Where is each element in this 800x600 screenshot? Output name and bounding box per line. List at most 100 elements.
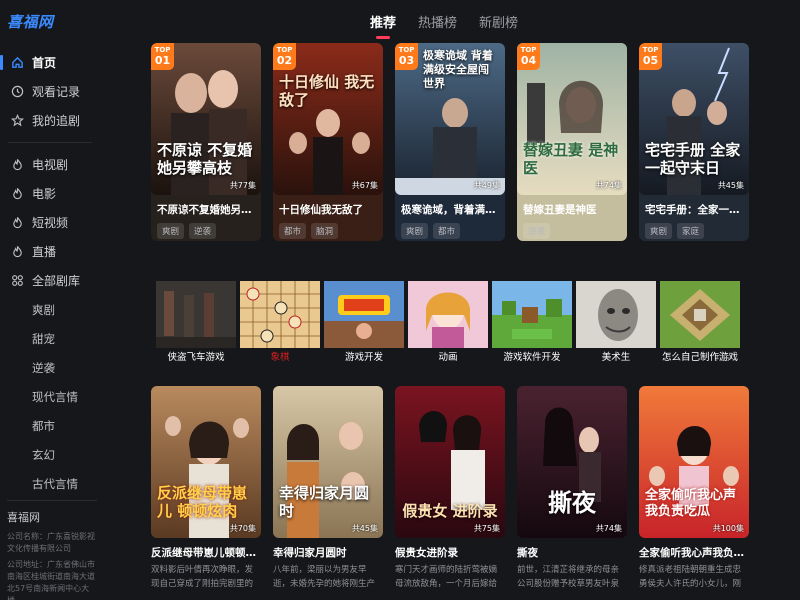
genre-link[interactable]: 现代言情	[0, 382, 100, 411]
top-rank-badge: TOP 01	[151, 43, 174, 70]
ad-item[interactable]: 象棋	[240, 281, 320, 363]
genre-tag[interactable]: 都市	[433, 223, 461, 239]
episode-count: 共74集	[595, 524, 622, 533]
genre-tag[interactable]: 爽剧	[645, 223, 673, 239]
drama-poster[interactable]: 全家偷听我心声 我负责吃瓜 共100集	[639, 386, 749, 538]
drama-card[interactable]: TOP 02 十日修仙 我无敌了 共67集 十日修仙我无敌了 都市 脑洞	[273, 43, 383, 241]
episode-count: 共67集	[351, 181, 378, 190]
drama-description: 双料影后叶倩再次睁眼，发现自己穿成了刚拍完剧里的恶…	[151, 565, 254, 589]
genre-link[interactable]: 玄幻	[0, 440, 100, 469]
drama-poster[interactable]: 反派继母带崽儿 顿顿炫肉 共70集	[151, 386, 261, 538]
genre-link[interactable]: 甜宠	[0, 324, 100, 353]
ad-label: 象棋	[270, 352, 290, 363]
poster-title: 全家偷听我心声 我负责吃瓜	[645, 488, 737, 519]
ad-label: 游戏开发	[344, 352, 383, 363]
episode-count: 共45集	[717, 181, 744, 190]
ad-label: 动画	[438, 352, 458, 363]
ad-item[interactable]: 动画	[408, 281, 488, 363]
drama-poster[interactable]: TOP 02 十日修仙 我无敌了 共67集	[273, 43, 383, 195]
top-rank-badge: TOP 05	[639, 43, 662, 70]
drama-card[interactable]: 假贵女 进阶录 共75集 假贵女进阶录 寒门天才画师的陆折莺被嫡母流放敌角，一个…	[395, 386, 505, 590]
drama-title[interactable]: 不原谅不复婚她另…	[151, 195, 261, 217]
genre-link[interactable]: 爽剧	[0, 295, 100, 324]
sidebar-item-following[interactable]: 我的追剧	[0, 106, 100, 135]
drama-title[interactable]: 极寒诡域，背着满…	[395, 195, 505, 217]
sidebar-item-movie[interactable]: 电影	[0, 179, 100, 208]
footer-company: 公司名称：广东喜锐影视文化传播有限公司	[7, 532, 95, 553]
flame-icon	[10, 216, 24, 230]
ad-label: 游戏软件开发	[503, 352, 561, 363]
ad-item[interactable]: 怎么自己制作游戏	[660, 281, 740, 363]
drama-poster[interactable]: 假贵女 进阶录 共75集	[395, 386, 505, 538]
drama-title[interactable]: 十日修仙我无敌了	[273, 195, 383, 217]
drama-title[interactable]: 假贵女进阶录	[395, 538, 505, 560]
sidebar-item-library[interactable]: 全部剧库	[0, 266, 100, 295]
episode-count: 共45集	[351, 524, 378, 533]
drama-title[interactable]: 全家偷听我心声我负责…	[639, 538, 749, 560]
tag-list: 爽剧 家庭	[639, 217, 749, 239]
drama-card[interactable]: 全家偷听我心声 我负责吃瓜 共100集 全家偷听我心声我负责… 修真派老祖陆朝朝…	[639, 386, 749, 590]
flame-icon	[10, 158, 24, 172]
genre-link[interactable]: 逆袭	[0, 353, 100, 382]
drama-poster[interactable]: 撕夜 共74集	[517, 386, 627, 538]
sidebar-item-label: 电影	[32, 187, 57, 201]
drama-description: 寒门天才画师的陆折莺被嫡母流放敌角，一个月后嫁给老…	[395, 565, 498, 589]
ad-item[interactable]: 侠盗飞车游戏	[156, 281, 236, 363]
drama-title[interactable]: 替嫁丑妻是神医	[517, 195, 627, 217]
drama-card[interactable]: TOP 03 极寒诡域 背着满级安全屋闯世界 共49集 极寒诡域，背着满… 爽剧 …	[395, 43, 505, 241]
ad-item[interactable]: 游戏软件开发	[492, 281, 572, 363]
sidebar-item-label: 我的追剧	[32, 114, 81, 128]
drama-poster[interactable]: TOP 01 不原谅 不复婚 她另攀高枝 共77集	[151, 43, 261, 195]
genre-tag[interactable]: 都市	[279, 223, 307, 239]
drama-poster[interactable]: TOP 03 极寒诡域 背着满级安全屋闯世界 共49集	[395, 43, 505, 195]
site-logo[interactable]: 喜福网	[7, 11, 54, 32]
ad-item[interactable]: 美术生	[576, 281, 656, 363]
ad-item[interactable]: 游戏开发	[324, 281, 404, 363]
sidebar-item-tv[interactable]: 电视剧	[0, 150, 100, 179]
drama-poster[interactable]: 幸得归家月圆时 共45集	[273, 386, 383, 538]
sidebar-item-home[interactable]: 首页	[0, 48, 100, 77]
drama-card[interactable]: 反派继母带崽儿 顿顿炫肉 共70集 反派继母带崽儿顿顿炫肉 双料影后叶倩再次睁眼…	[151, 386, 261, 590]
drama-title[interactable]: 撕夜	[517, 538, 627, 560]
genre-tag[interactable]: 脑洞	[311, 223, 339, 239]
tab-hot-chart[interactable]: 热播榜	[418, 12, 457, 39]
top-rank-row: TOP 01 不原谅 不复婚 她另攀高枝 共77集 不原谅不复婚她另… 爽剧 逆袭…	[151, 43, 749, 241]
drama-poster[interactable]: TOP 05 宅宅手册 全家一起守末日 共45集	[639, 43, 749, 195]
genre-link[interactable]: 古代言情	[0, 469, 100, 498]
poster-title: 撕夜	[548, 489, 596, 517]
sidebar-item-history[interactable]: 观看记录	[0, 77, 100, 106]
episode-count: 共100集	[712, 524, 744, 533]
shows-row: 反派继母带崽儿 顿顿炫肉 共70集 反派继母带崽儿顿顿炫肉 双料影后叶倩再次睁眼…	[151, 386, 749, 590]
sidebar-item-label: 电视剧	[32, 158, 69, 172]
sidebar-item-live[interactable]: 直播	[0, 237, 100, 266]
sidebar-footer: 喜福网 公司名称：广东喜锐影视文化传播有限公司 公司地址：广东省佛山市南海区桂城…	[7, 500, 97, 600]
genre-tag[interactable]: 爽剧	[401, 223, 429, 239]
episode-count: 共70集	[229, 524, 256, 533]
drama-title[interactable]: 反派继母带崽儿顿顿炫肉	[151, 538, 261, 560]
drama-card[interactable]: 幸得归家月圆时 共45集 幸得归家月圆时 八年前，梁丽以为男友早逝，未婚先孕的她…	[273, 386, 383, 590]
drama-title[interactable]: 宅宅手册：全家一…	[639, 195, 749, 217]
genre-tag[interactable]: 家庭	[677, 223, 705, 239]
drama-title[interactable]: 幸得归家月圆时	[273, 538, 383, 560]
drama-card[interactable]: 撕夜 共74集 撕夜 前世，江清芷将继承的母亲公司股份赠予校草男友叶泉良…	[517, 386, 627, 590]
sidebar-nav: 首页 观看记录 我的追剧 电视剧 电影 短视频 直播 全部剧库 爽剧 甜宠 逆袭…	[0, 48, 100, 498]
poster-title: 不原谅 不复婚 她另攀高枝	[157, 141, 253, 177]
drama-card[interactable]: TOP 05 宅宅手册 全家一起守末日 共45集 宅宅手册：全家一… 爽剧 家庭	[639, 43, 749, 241]
tab-new-chart[interactable]: 新剧榜	[479, 12, 518, 39]
genre-tag[interactable]: 逆袭	[523, 223, 551, 239]
tag-list: 都市 脑洞	[273, 217, 383, 239]
drama-card[interactable]: TOP 04 替嫁丑妻 是神医 共74集 替嫁丑妻是神医 逆袭	[517, 43, 627, 241]
ad-close-badge[interactable]: 广告 ×	[716, 353, 738, 363]
poster-title: 宅宅手册 全家一起守末日	[645, 141, 741, 177]
genre-tag[interactable]: 爽剧	[157, 223, 185, 239]
poster-title: 幸得归家月圆时	[279, 484, 370, 520]
genre-link[interactable]: 都市	[0, 411, 100, 440]
sidebar-item-label: 短视频	[32, 216, 69, 230]
tab-recommend[interactable]: 推荐	[370, 12, 396, 39]
sidebar-item-short-video[interactable]: 短视频	[0, 208, 100, 237]
drama-card[interactable]: TOP 01 不原谅 不复婚 她另攀高枝 共77集 不原谅不复婚她另… 爽剧 逆袭	[151, 43, 261, 241]
drama-poster[interactable]: TOP 04 替嫁丑妻 是神医 共74集	[517, 43, 627, 195]
genre-tag[interactable]: 逆袭	[189, 223, 217, 239]
top-rank-badge: TOP 04	[517, 43, 540, 70]
drama-description: 前世，江清芷将继承的母亲公司股份赠予校草男友叶泉良…	[517, 565, 620, 589]
